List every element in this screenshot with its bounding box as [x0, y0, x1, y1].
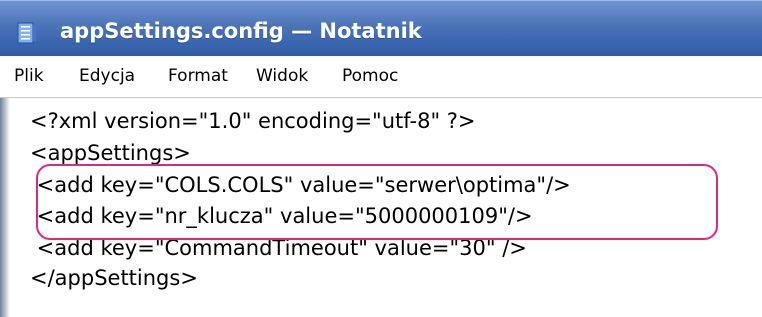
- menu-bar: Plik Edycja Format Widok Pomoc: [0, 56, 762, 98]
- menu-format[interactable]: Format: [168, 64, 228, 88]
- menu-help[interactable]: Pomoc: [342, 64, 398, 88]
- notepad-window: appSettings.config — Notatnik Plik Edycj…: [0, 0, 762, 317]
- notepad-icon: [17, 22, 36, 44]
- highlight-annotation: [36, 164, 718, 240]
- menu-view[interactable]: Widok: [256, 64, 308, 88]
- editor-line-6: </appSettings>: [30, 266, 198, 290]
- title-bar[interactable]: appSettings.config — Notatnik: [0, 0, 762, 56]
- window-title: appSettings.config — Notatnik: [60, 19, 422, 43]
- menu-file[interactable]: Plik: [14, 64, 44, 88]
- editor-border: [0, 98, 10, 317]
- menu-edit[interactable]: Edycja: [79, 64, 135, 88]
- editor-line-1: <?xml version="1.0" encoding="utf-8" ?>: [30, 109, 476, 133]
